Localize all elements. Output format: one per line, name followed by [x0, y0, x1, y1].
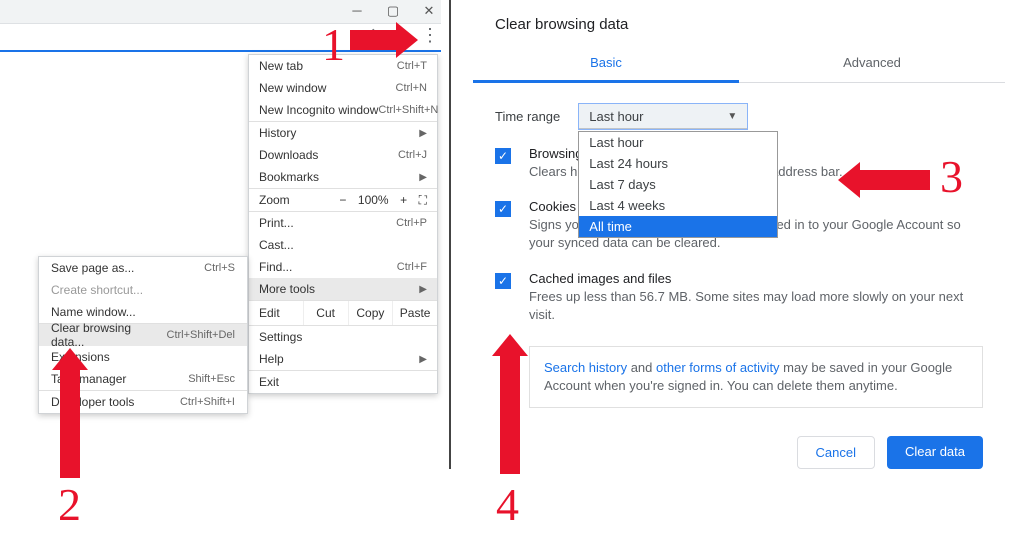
menu-label: History	[259, 126, 296, 140]
menu-settings[interactable]: Settings	[249, 326, 437, 348]
combo-opt-last-hour[interactable]: Last hour	[579, 132, 777, 153]
menu-label: Name window...	[51, 305, 136, 319]
menu-zoom: Zoom − 100% + ⛶	[249, 189, 437, 211]
menu-incognito[interactable]: New Incognito window Ctrl+Shift+N	[249, 99, 437, 121]
menu-label: New window	[259, 81, 326, 95]
submenu-name-window[interactable]: Name window...	[39, 301, 247, 323]
minimize-button[interactable]: ─	[349, 3, 365, 19]
edit-label: Edit	[249, 301, 304, 325]
combo-opt-all-time[interactable]: All time	[579, 216, 777, 237]
menu-shortcut: Shift+Esc	[188, 373, 235, 385]
menu-cast[interactable]: Cast...	[249, 234, 437, 256]
chevron-right-icon: ▶	[419, 172, 427, 183]
menu-shortcut: Ctrl+T	[397, 60, 427, 72]
menu-label: Help	[259, 352, 284, 366]
menu-shortcut: Ctrl+Shift+N	[378, 104, 438, 116]
menu-label: Clear browsing data...	[51, 321, 167, 349]
other-activity-link[interactable]: other forms of activity	[656, 360, 780, 375]
menu-label: Bookmarks	[259, 170, 319, 184]
checkbox-cache[interactable]: ✓	[495, 273, 511, 289]
menu-shortcut: Ctrl+Shift+Del	[167, 329, 235, 341]
menu-new-window[interactable]: New window Ctrl+N	[249, 77, 437, 99]
checkbox-browsing-history[interactable]: ✓	[495, 148, 511, 164]
menu-label: Settings	[259, 330, 302, 344]
chrome-main-menu: New tab Ctrl+T New window Ctrl+N New Inc…	[248, 54, 438, 394]
menu-more-tools[interactable]: More tools ▶	[249, 278, 437, 300]
menu-label: Exit	[259, 375, 279, 389]
check-title: Cached images and files	[529, 271, 983, 286]
search-history-link[interactable]: Search history	[544, 360, 627, 375]
zoom-in-button[interactable]: +	[397, 193, 411, 207]
zoom-out-button[interactable]: −	[336, 193, 350, 207]
menu-label: New tab	[259, 59, 303, 73]
time-range-label: Time range	[495, 109, 560, 124]
menu-shortcut: Ctrl+F	[397, 261, 427, 273]
info-box: Search history and other forms of activi…	[529, 346, 983, 408]
menu-help[interactable]: Help ▶	[249, 348, 437, 370]
check-desc: Frees up less than 56.7 MB. Some sites m…	[529, 288, 983, 324]
clear-data-button[interactable]: Clear data	[887, 436, 983, 469]
tab-basic[interactable]: Basic	[473, 45, 739, 82]
tab-advanced[interactable]: Advanced	[739, 45, 1005, 82]
menu-label: New Incognito window	[259, 103, 378, 117]
maximize-button[interactable]: ▢	[385, 3, 401, 19]
copy-button[interactable]: Copy	[349, 301, 394, 325]
menu-history[interactable]: History ▶	[249, 122, 437, 144]
menu-label: Save page as...	[51, 261, 134, 275]
annotation-1: 1	[322, 18, 345, 71]
menu-label: More tools	[259, 282, 315, 296]
menu-edit-row: Edit Cut Copy Paste	[249, 301, 437, 325]
menu-shortcut: Ctrl+N	[396, 82, 427, 94]
chevron-right-icon: ▶	[419, 354, 427, 365]
combo-opt-last-4-weeks[interactable]: Last 4 weeks	[579, 195, 777, 216]
submenu-create-shortcut[interactable]: Create shortcut...	[39, 279, 247, 301]
time-range-select[interactable]: Last hour ▼ Last hour Last 24 hours Last…	[578, 103, 748, 130]
kebab-menu-icon[interactable]: ⋮	[421, 30, 439, 40]
chevron-right-icon: ▶	[419, 128, 427, 139]
menu-print[interactable]: Print... Ctrl+P	[249, 212, 437, 234]
menu-find[interactable]: Find... Ctrl+F	[249, 256, 437, 278]
menu-shortcut: Ctrl+J	[398, 149, 427, 161]
menu-label: Downloads	[259, 148, 318, 162]
submenu-clear-browsing-data[interactable]: Clear browsing data... Ctrl+Shift+Del	[39, 324, 247, 346]
annotation-3: 3	[940, 150, 963, 203]
cancel-button[interactable]: Cancel	[797, 436, 875, 469]
combo-opt-last-24h[interactable]: Last 24 hours	[579, 153, 777, 174]
menu-shortcut: Ctrl+S	[204, 262, 235, 274]
time-range-value: Last hour	[589, 109, 643, 124]
paste-button[interactable]: Paste	[393, 301, 437, 325]
combo-opt-last-7-days[interactable]: Last 7 days	[579, 174, 777, 195]
close-window-button[interactable]: ✕	[421, 3, 437, 19]
menu-bookmarks[interactable]: Bookmarks ▶	[249, 166, 437, 188]
menu-label: Cast...	[259, 238, 294, 252]
annotation-4: 4	[496, 478, 519, 531]
zoom-label: Zoom	[259, 193, 290, 207]
chevron-right-icon: ▶	[419, 284, 427, 295]
checkbox-cookies[interactable]: ✓	[495, 201, 511, 217]
zoom-value: 100%	[358, 193, 389, 207]
cut-button[interactable]: Cut	[304, 301, 349, 325]
submenu-save-page[interactable]: Save page as... Ctrl+S	[39, 257, 247, 279]
menu-shortcut: Ctrl+Shift+I	[180, 396, 235, 408]
dropdown-icon: ▼	[727, 111, 737, 122]
dialog-title: Clear browsing data	[473, 0, 1005, 35]
menu-exit[interactable]: Exit	[249, 371, 437, 393]
menu-label: Print...	[259, 216, 294, 230]
time-range-dropdown: Last hour Last 24 hours Last 7 days Last…	[578, 131, 778, 238]
annotation-2: 2	[58, 478, 81, 531]
menu-downloads[interactable]: Downloads Ctrl+J	[249, 144, 437, 166]
menu-label: Create shortcut...	[51, 283, 143, 297]
menu-shortcut: Ctrl+P	[396, 217, 427, 229]
menu-label: Find...	[259, 260, 292, 274]
fullscreen-icon[interactable]: ⛶	[419, 193, 427, 208]
